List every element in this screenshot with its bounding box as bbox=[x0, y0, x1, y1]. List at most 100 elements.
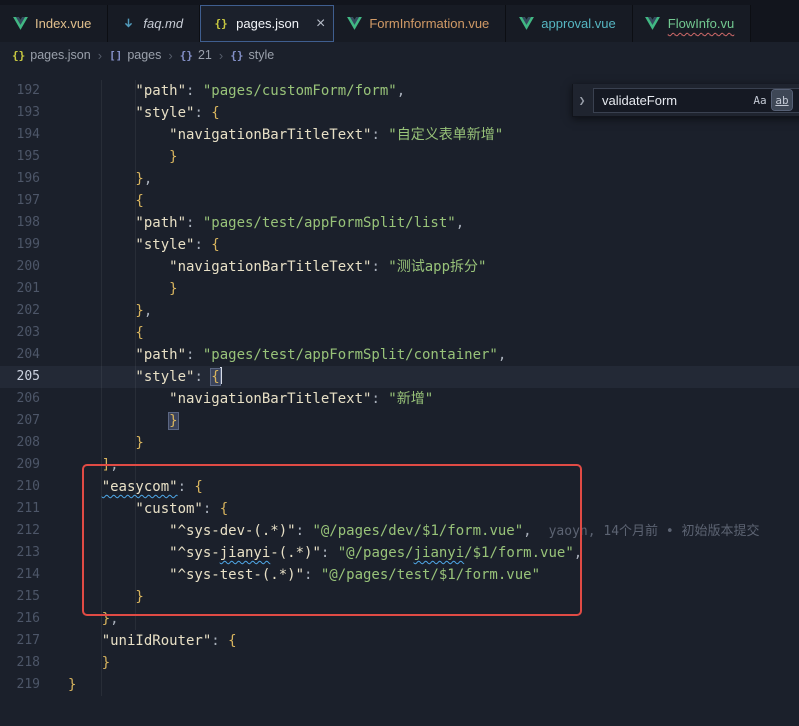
code-token: { bbox=[211, 105, 219, 121]
code-token: } bbox=[135, 303, 143, 319]
line-number: 197 bbox=[0, 190, 40, 212]
code-text: }, bbox=[40, 608, 119, 630]
code-token: } bbox=[102, 655, 110, 671]
code-line-203[interactable]: 203{ bbox=[0, 322, 799, 344]
code-token: : bbox=[321, 545, 338, 561]
code-token: , bbox=[110, 457, 118, 473]
code-token: : bbox=[203, 501, 220, 517]
code-token: } bbox=[135, 589, 143, 605]
breadcrumb-separator: › bbox=[98, 48, 102, 63]
match-case-button[interactable]: Aa bbox=[750, 90, 770, 110]
line-number: 219 bbox=[0, 674, 40, 696]
line-number: 211 bbox=[0, 498, 40, 520]
code-editor[interactable]: 192"path": "pages/customForm/form",193"s… bbox=[0, 68, 799, 726]
code-line-199[interactable]: 199 "style": { bbox=[0, 234, 799, 256]
regex-button[interactable]: .* bbox=[794, 90, 799, 110]
code-token: "pages/test/appFormSplit/list" bbox=[203, 215, 456, 231]
tab-index-vue[interactable]: Index.vue bbox=[0, 5, 108, 42]
code-text: }, bbox=[40, 300, 152, 322]
code-text: "easycom": { bbox=[40, 476, 203, 498]
code-text: "navigationBarTitleText": "新增" bbox=[40, 388, 433, 410]
code-line-200[interactable]: 200"navigationBarTitleText": "测试app拆分" bbox=[0, 256, 799, 278]
code-line-215[interactable]: 215} bbox=[0, 586, 799, 608]
line-number: 193 bbox=[0, 102, 40, 124]
object-symbol-icon: {} bbox=[230, 49, 243, 62]
code-token: "style" bbox=[135, 105, 194, 121]
code-token: "^sys-test-(.*)" bbox=[169, 567, 304, 583]
code-token: , bbox=[397, 83, 405, 99]
code-line-218[interactable]: 218} bbox=[0, 652, 799, 674]
line-number: 215 bbox=[0, 586, 40, 608]
code-line-213[interactable]: 213"^sys-jianyi-(.*)": "@/pages/jianyi/$… bbox=[0, 542, 799, 564]
code-token: { bbox=[135, 193, 143, 209]
code-token: : bbox=[186, 215, 203, 231]
line-number: 209 bbox=[0, 454, 40, 476]
code-token: { bbox=[211, 369, 219, 385]
tab-approval-vue[interactable]: approval.vue bbox=[506, 5, 632, 42]
breadcrumb-item-style[interactable]: {}style bbox=[230, 48, 274, 62]
code-text: } bbox=[40, 652, 110, 674]
code-line-208[interactable]: 208} bbox=[0, 432, 799, 454]
line-number: 199 bbox=[0, 234, 40, 256]
code-token: "style" bbox=[135, 237, 194, 253]
code-token: "uniIdRouter" bbox=[102, 633, 212, 649]
code-token: "navigationBarTitleText" bbox=[169, 127, 371, 143]
breadcrumb-label: 21 bbox=[198, 48, 212, 62]
code-token: , bbox=[144, 303, 152, 319]
code-line-204[interactable]: 204"path": "pages/test/appFormSplit/cont… bbox=[0, 344, 799, 366]
code-line-198[interactable]: 198"path": "pages/test/appFormSplit/list… bbox=[0, 212, 799, 234]
object-symbol-icon: {} bbox=[12, 49, 25, 62]
line-number: 195 bbox=[0, 146, 40, 168]
code-line-197[interactable]: 197 { bbox=[0, 190, 799, 212]
chevron-right-icon[interactable]: ❯ bbox=[575, 94, 589, 107]
code-line-209[interactable]: 209], bbox=[0, 454, 799, 476]
code-line-196[interactable]: 196}, bbox=[0, 168, 799, 190]
line-number: 205 bbox=[0, 366, 40, 388]
code-line-205[interactable]: 205"style": { bbox=[0, 366, 799, 388]
code-token: : bbox=[296, 523, 313, 539]
code-line-206[interactable]: 206"navigationBarTitleText": "新增" bbox=[0, 388, 799, 410]
code-text: "path": "pages/test/appFormSplit/list", bbox=[40, 212, 464, 234]
code-line-216[interactable]: 216}, bbox=[0, 608, 799, 630]
code-token: : bbox=[178, 479, 195, 495]
tab-label: pages.json bbox=[236, 16, 299, 31]
vue-file-icon bbox=[346, 17, 362, 30]
breadcrumb-item-pages[interactable]: []pages bbox=[109, 48, 161, 62]
tab-label: FlowInfo.vu bbox=[668, 16, 734, 31]
tab-forminformation-vue[interactable]: FormInformation.vue bbox=[334, 5, 506, 42]
tab-faq-md[interactable]: faq.md bbox=[108, 5, 200, 42]
code-line-207[interactable]: 207} bbox=[0, 410, 799, 432]
tab-flowinfo-vu[interactable]: FlowInfo.vu bbox=[633, 5, 751, 42]
find-input[interactable]: validateForm Aa ab .* bbox=[593, 88, 799, 113]
code-token: jianyi bbox=[220, 545, 271, 561]
code-token: "自定义表单新增" bbox=[388, 127, 503, 143]
code-line-210[interactable]: 210"easycom": { bbox=[0, 476, 799, 498]
code-line-194[interactable]: 194"navigationBarTitleText": "自定义表单新增" bbox=[0, 124, 799, 146]
code-line-219[interactable]: 219} bbox=[0, 674, 799, 696]
code-text: "^sys-dev-(.*)": "@/pages/dev/$1/form.vu… bbox=[40, 520, 760, 542]
code-line-201[interactable]: 201} bbox=[0, 278, 799, 300]
code-line-211[interactable]: 211"custom": { bbox=[0, 498, 799, 520]
code-text: }, bbox=[40, 168, 152, 190]
code-line-214[interactable]: 214"^sys-test-(.*)": "@/pages/test/$1/fo… bbox=[0, 564, 799, 586]
line-number: 202 bbox=[0, 300, 40, 322]
text-cursor bbox=[220, 367, 222, 384]
code-token: { bbox=[211, 237, 219, 253]
code-line-202[interactable]: 202}, bbox=[0, 300, 799, 322]
close-icon[interactable]: × bbox=[316, 17, 325, 31]
line-number: 218 bbox=[0, 652, 40, 674]
breadcrumb-item-21[interactable]: {}21 bbox=[180, 48, 212, 62]
code-line-195[interactable]: 195} bbox=[0, 146, 799, 168]
tab-pages-json[interactable]: {}pages.json× bbox=[200, 5, 334, 42]
breadcrumb-item-pages.json[interactable]: {}pages.json bbox=[12, 48, 91, 62]
code-token: "path" bbox=[135, 215, 186, 231]
code-token: , bbox=[144, 171, 152, 187]
code-token: : bbox=[371, 127, 388, 143]
code-token: : bbox=[194, 237, 211, 253]
tab-label: Index.vue bbox=[35, 16, 91, 31]
code-token: : bbox=[194, 369, 211, 385]
whole-word-button[interactable]: ab bbox=[772, 90, 792, 110]
code-token: } bbox=[135, 171, 143, 187]
code-line-212[interactable]: 212"^sys-dev-(.*)": "@/pages/dev/$1/form… bbox=[0, 520, 799, 542]
code-line-217[interactable]: 217"uniIdRouter": { bbox=[0, 630, 799, 652]
